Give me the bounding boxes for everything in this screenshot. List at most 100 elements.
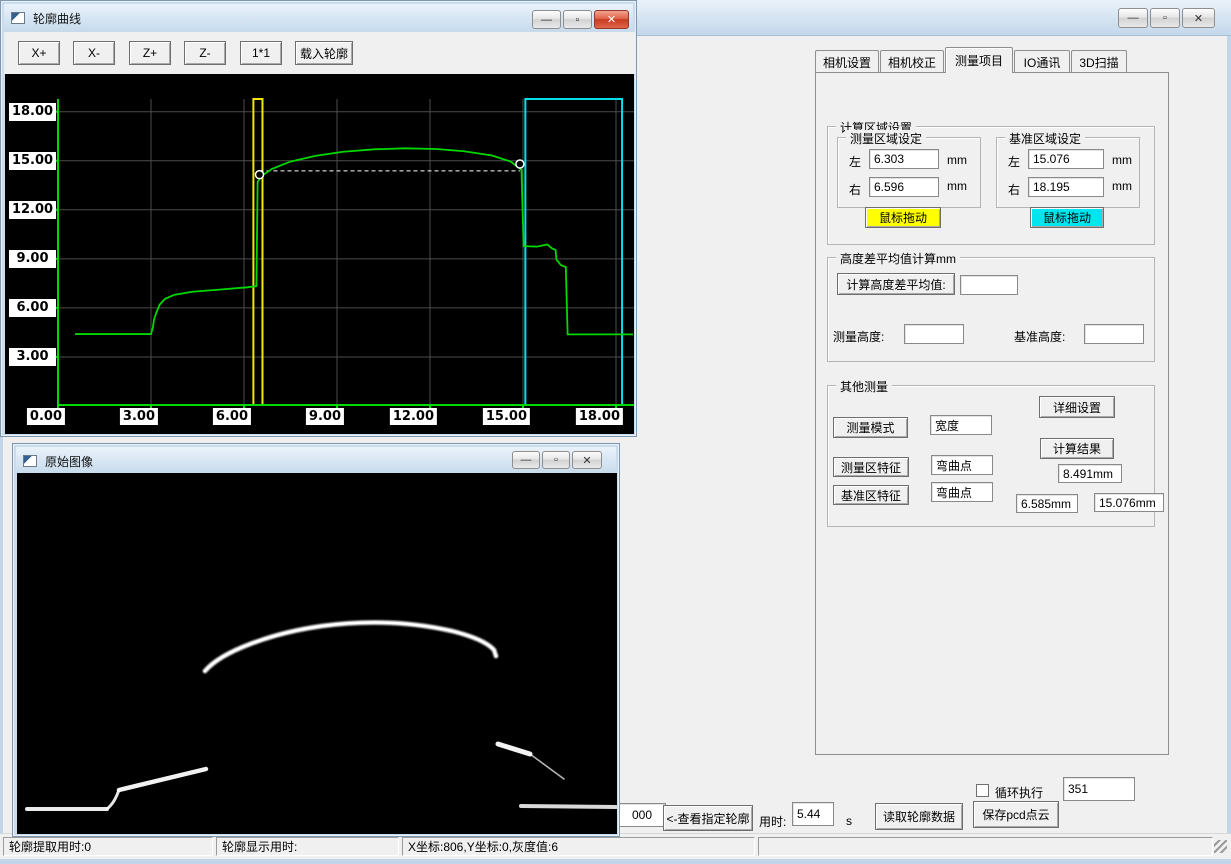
y-axis-label: 6.00 [9, 299, 56, 317]
main-maximize-button[interactable]: ▫ [1150, 8, 1180, 28]
measure-feature-field[interactable]: 弯曲点 [931, 455, 993, 475]
reference-left-unit: mm [1112, 153, 1132, 167]
x-axis-label: 18.00 [576, 408, 623, 425]
measure-mode-button[interactable]: 测量模式 [833, 417, 908, 438]
status-display-time: 轮廓显示用时: [216, 837, 399, 856]
profile-window-icon [11, 12, 25, 24]
loop-execute-label: 循环执行 [995, 784, 1043, 801]
curve-marker[interactable] [256, 171, 264, 179]
measure-region-band[interactable] [253, 99, 262, 405]
tab-label: 3D扫描 [1079, 54, 1118, 71]
x-axis-label: 3.00 [120, 408, 158, 425]
y-axis-label: 9.00 [9, 250, 56, 268]
tab-camera-settings[interactable]: 相机设置 [815, 50, 879, 73]
measure-right-unit: mm [947, 179, 967, 193]
measure-left-input[interactable]: 6.303 [869, 149, 939, 169]
image-maximize-button[interactable]: ▫ [542, 451, 570, 469]
main-close-button[interactable]: ✕ [1182, 8, 1215, 28]
image-canvas [17, 473, 617, 834]
reference-right-input[interactable]: 18.195 [1028, 177, 1104, 197]
right-result-field[interactable]: 15.076mm [1094, 493, 1164, 512]
reference-height-field[interactable] [1084, 324, 1144, 344]
reference-region-band[interactable] [525, 99, 622, 405]
image-close-button[interactable]: ✕ [572, 451, 602, 469]
loop-execute-checkbox[interactable] [976, 784, 989, 797]
profile-window-title: 轮廓曲线 [33, 10, 81, 27]
reference-left-input[interactable]: 15.076 [1028, 149, 1104, 169]
loop-count-field[interactable]: 351 [1063, 777, 1135, 801]
tab-measurement-items[interactable]: 测量项目 [945, 47, 1013, 73]
measure-height-field[interactable] [904, 324, 964, 344]
seconds-label: s [846, 814, 852, 828]
main-window-right-border [1227, 36, 1231, 864]
save-pcd-button[interactable]: 保存pcd点云 [973, 801, 1059, 828]
measure-mouse-drag-button[interactable]: 鼠标拖动 [865, 207, 941, 228]
other-measure-group-title: 其他测量 [836, 378, 892, 395]
image-window: 原始图像 — ▫ ✕ [12, 443, 620, 837]
chart-axes [58, 99, 634, 405]
profile-maximize-button[interactable]: ▫ [563, 10, 592, 29]
status-cursor-info: X坐标:806,Y坐标:0,灰度值:6 [402, 837, 755, 856]
laser-step [107, 790, 119, 809]
measure-left-label: 左 [849, 153, 861, 170]
measure-left-unit: mm [947, 153, 967, 167]
toolbar-z-plus-button[interactable]: Z+ [129, 41, 171, 65]
application-root: — ▫ ✕ 相机设置 相机校正 测量项目 IO通讯 3D扫描 计算区域设置 测量… [0, 0, 1231, 864]
laser-dash-right [498, 744, 530, 754]
toolbar-x-minus-button[interactable]: X- [73, 41, 115, 65]
profile-window: 轮廓曲线 — ▫ ✕ X+ X- Z+ Z- 1*1 载入轮廓 3.00 6.00… [0, 0, 637, 437]
measure-height-label: 测量高度: [833, 328, 884, 345]
reference-right-label: 右 [1008, 181, 1020, 198]
left-result-field[interactable]: 6.585mm [1016, 494, 1078, 513]
measure-feature-button[interactable]: 测量区特征 [833, 457, 909, 477]
status-empty [758, 837, 1213, 856]
height-diff-group-title: 高度差平均值计算mm [836, 250, 960, 267]
profile-curve [75, 148, 633, 334]
calc-result-button[interactable]: 计算结果 [1040, 438, 1114, 459]
reference-mouse-drag-button[interactable]: 鼠标拖动 [1030, 207, 1104, 228]
laser-dash-tail [530, 754, 564, 779]
image-minimize-button[interactable]: — [512, 451, 540, 469]
tab-3d-scan[interactable]: 3D扫描 [1071, 50, 1127, 73]
reference-left-label: 左 [1008, 153, 1020, 170]
laser-slant [119, 769, 206, 790]
main-minimize-button[interactable]: — [1118, 8, 1148, 28]
height-diff-result-field[interactable] [960, 275, 1018, 295]
reference-height-label: 基准高度: [1014, 328, 1065, 345]
tab-camera-calibration[interactable]: 相机校正 [880, 50, 944, 73]
reference-feature-button[interactable]: 基准区特征 [833, 485, 909, 505]
x-axis-label: 12.00 [390, 408, 437, 425]
view-profile-button[interactable]: <-查看指定轮廓 [663, 805, 753, 831]
y-axis-label: 18.00 [9, 103, 56, 121]
tab-label: 相机设置 [823, 54, 871, 71]
measure-right-input[interactable]: 6.596 [869, 177, 939, 197]
x-axis-label: 0.00 [27, 408, 65, 425]
x-axis-label: 6.00 [213, 408, 251, 425]
tab-io-communication[interactable]: IO通讯 [1014, 50, 1070, 73]
curve-marker[interactable] [516, 160, 524, 168]
tab-label: 相机校正 [888, 54, 936, 71]
elapsed-time-label: 用时: [759, 813, 786, 830]
detail-settings-button[interactable]: 详细设置 [1039, 396, 1115, 418]
elapsed-time-field[interactable]: 5.44 [792, 802, 834, 826]
calc-height-diff-button[interactable]: 计算高度差平均值: [837, 273, 955, 295]
toolbar-x-plus-button[interactable]: X+ [18, 41, 60, 65]
measure-mode-field[interactable]: 宽度 [930, 415, 992, 435]
calc-result-field[interactable]: 8.491mm [1058, 464, 1122, 483]
resize-grip[interactable] [1214, 840, 1227, 853]
profile-close-button[interactable]: ✕ [594, 10, 629, 29]
x-axis-label: 9.00 [306, 408, 344, 425]
tab-label: 测量项目 [955, 52, 1003, 69]
read-profile-data-button[interactable]: 读取轮廓数据 [875, 803, 963, 830]
profile-minimize-button[interactable]: — [532, 10, 561, 29]
toolbar-1x1-button[interactable]: 1*1 [240, 41, 282, 65]
reference-region-subgroup-title: 基准区域设定 [1005, 130, 1085, 147]
status-extract-time: 轮廓提取用时:0 [3, 837, 213, 856]
x-axis-label: 15.00 [483, 408, 530, 425]
reference-feature-field[interactable]: 弯曲点 [931, 482, 993, 502]
profile-chart[interactable]: 3.00 6.00 9.00 12.00 15.00 18.00 0.00 3.00 6.00 9… [5, 74, 634, 434]
y-axis-label: 15.00 [9, 152, 56, 170]
y-axis-label: 3.00 [9, 348, 56, 366]
toolbar-z-minus-button[interactable]: Z- [184, 41, 226, 65]
toolbar-load-profile-button[interactable]: 载入轮廓 [295, 41, 353, 65]
